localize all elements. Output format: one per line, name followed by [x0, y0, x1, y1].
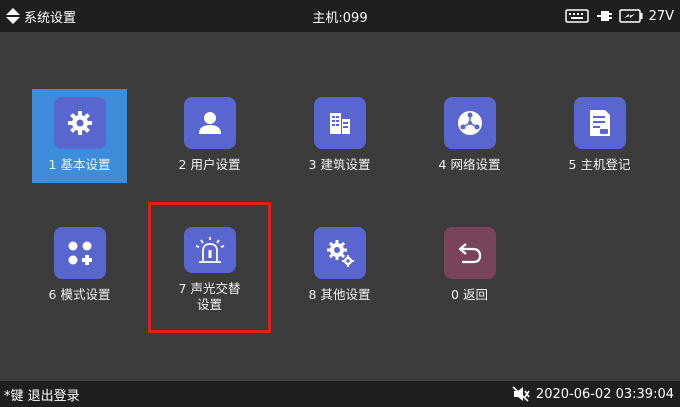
menu-item-label: 6 模式设置 [48, 287, 111, 302]
title-group: 系统设置 [6, 0, 76, 32]
menu-item-mode-settings[interactable]: 6 模式设置 [32, 219, 127, 313]
gears-icon [313, 227, 366, 279]
keyboard-icon [564, 9, 589, 23]
menu-item-label: 8 其他设置 [308, 287, 371, 302]
host-label: 主机:099 [312, 10, 368, 26]
status-bar: 系统设置 主机:099 27V [0, 0, 680, 32]
menu-item-label: 2 用户设置 [178, 157, 241, 172]
voltage-label: 27V [648, 8, 674, 24]
building-icon [313, 97, 366, 149]
document-icon [573, 97, 626, 149]
menu-item-label: 3 建筑设置 [308, 157, 371, 172]
menu-item-host-register[interactable]: 5 主机登记 [552, 89, 647, 183]
menu-item-network-settings[interactable]: 4 网络设置 [422, 89, 517, 183]
menu-item-user-settings[interactable]: 2 用户设置 [162, 89, 257, 183]
user-icon [183, 97, 236, 149]
footer-bar: *键 退出登录 2020-06-02 03:39:04 [0, 381, 680, 407]
battery-icon [618, 9, 643, 23]
footer-status-group: 2020-06-02 03:39:04 [512, 381, 674, 407]
menu-item-return[interactable]: 0 返回 [422, 219, 517, 313]
menu-item-label-line2: 设置 [196, 297, 222, 312]
menu-item-other-settings[interactable]: 8 其他设置 [292, 219, 387, 313]
mute-icon [512, 386, 530, 402]
return-icon [443, 227, 496, 279]
screen: 系统设置 主机:099 27V 1 基本设置 2 用户设置 3 建筑设置 4 网… [0, 0, 680, 407]
status-icons: 27V [564, 0, 674, 32]
page-title: 系统设置 [24, 10, 77, 26]
gear-icon [53, 97, 106, 149]
menu-item-label-line1: 7 声光交替 [178, 281, 241, 296]
up-down-arrow-icon [6, 8, 20, 24]
datetime-label: 2020-06-02 03:39:04 [535, 386, 674, 402]
alarm-light-icon [183, 227, 236, 273]
menu-item-label: 7 声光交替 设置 [179, 281, 241, 313]
menu-item-label: 4 网络设置 [438, 157, 501, 172]
footer-hint: *键 退出登录 [4, 388, 80, 404]
menu-item-label: 5 主机登记 [568, 157, 631, 172]
menu-item-label: 1 基本设置 [48, 157, 111, 172]
menu-item-building-settings[interactable]: 3 建筑设置 [292, 89, 387, 183]
menu-item-sound-light-settings[interactable]: 7 声光交替 设置 [162, 219, 257, 313]
plug-icon [595, 9, 613, 23]
menu-item-label: 0 返回 [451, 287, 488, 302]
footer-hint-group: *键 退出登录 [4, 381, 80, 407]
mode-icon [53, 227, 106, 279]
network-icon [443, 97, 496, 149]
menu-item-basic-settings[interactable]: 1 基本设置 [32, 89, 127, 183]
